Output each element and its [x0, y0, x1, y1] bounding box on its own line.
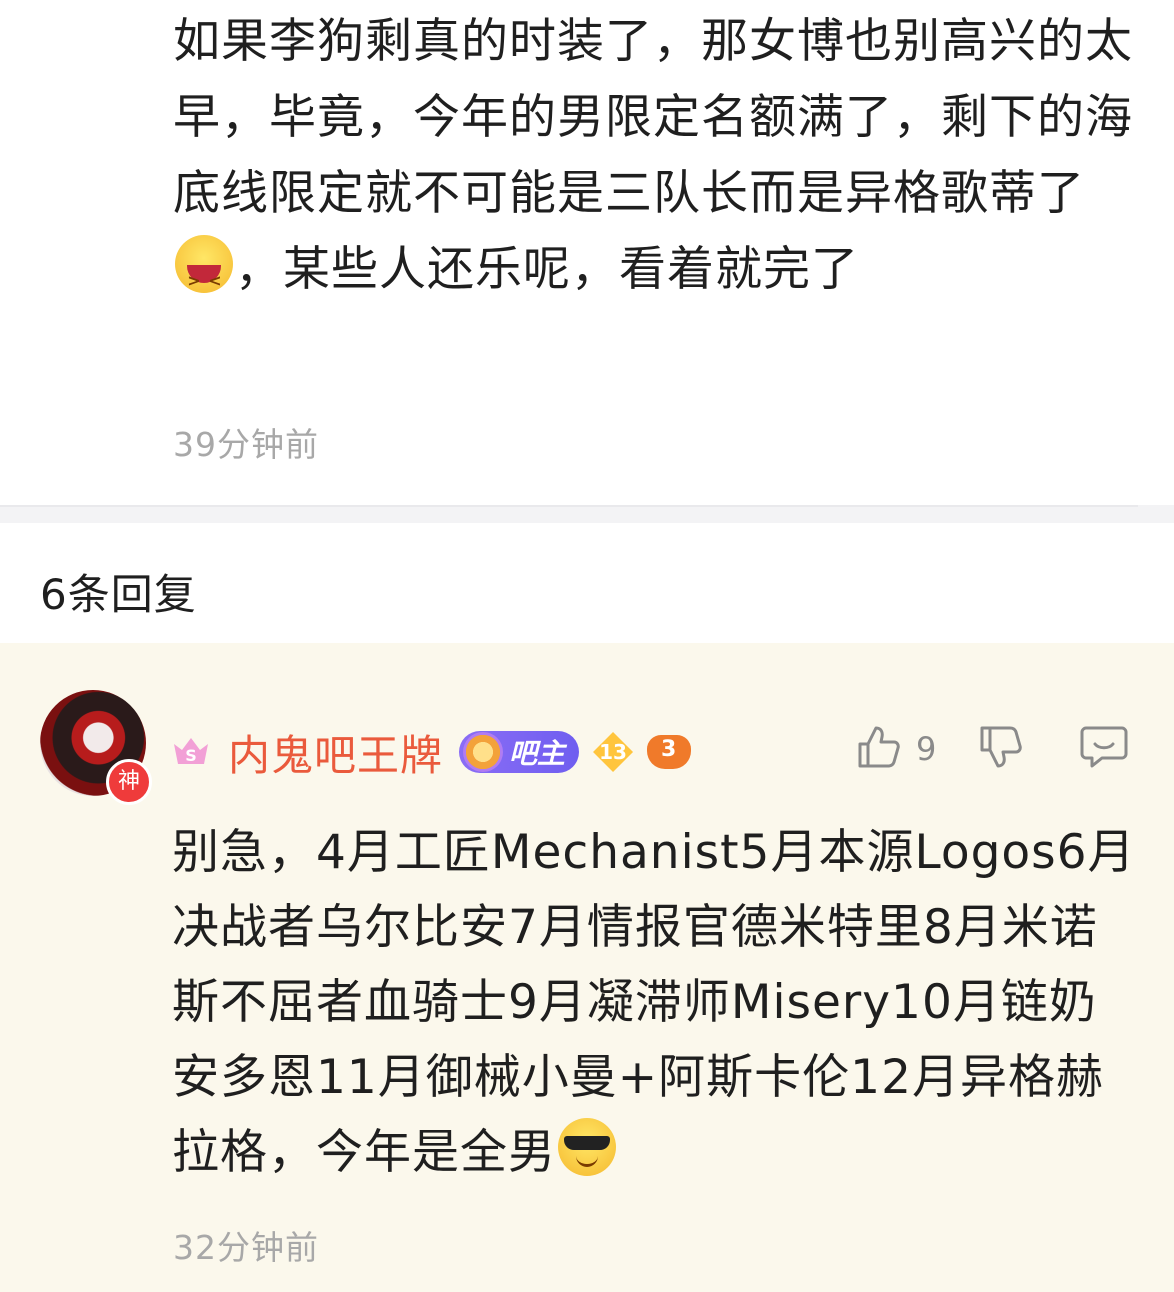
laughing-emoji-icon	[175, 235, 233, 319]
post-text-part2: ，某些人还乐呢，看着就完了	[235, 242, 859, 297]
username-link[interactable]: 内鬼吧王牌	[228, 722, 443, 783]
bazhu-emblem-icon	[463, 732, 504, 772]
post-text-part1: 如果李狗剩真的时装了，那女博也别高兴的太早，毕竟，今年的男限定名额满了，剩下的海…	[173, 14, 1133, 221]
game-controller-icon: 3	[647, 735, 692, 769]
thumbs-up-icon	[856, 724, 902, 774]
comment-bubble-icon	[1080, 726, 1128, 774]
svg-text:S: S	[185, 746, 197, 765]
reply-actions: 9	[856, 721, 1128, 777]
user-info-row: S 内鬼吧王牌 吧主 13 3	[172, 727, 692, 780]
reply-item: 神 S 内鬼吧王牌 吧主 13 3 9 别急，4月工匠Mechanist5月本源…	[0, 643, 1174, 1292]
post-timestamp: 39分钟前	[173, 425, 319, 464]
reply-count-label: 6条回复	[40, 570, 197, 619]
bazhu-label: 吧主	[509, 737, 566, 770]
reply-text-body: 别急，4月工匠Mechanist5月本源Logos6月决战者乌尔比安7月情报官德…	[172, 825, 1136, 1180]
comment-button[interactable]	[1080, 724, 1128, 774]
like-count: 9	[916, 730, 937, 768]
like-button[interactable]: 9	[856, 724, 936, 774]
game-badge-number: 3	[661, 737, 677, 762]
parent-post: 如果李狗剩真的时装了，那女博也别高兴的太早，毕竟，今年的男限定名额满了，剩下的海…	[0, 0, 1174, 505]
sunglasses-emoji-icon	[558, 1118, 616, 1176]
god-badge: 神	[106, 759, 152, 805]
replies-header: 6条回复	[0, 523, 1174, 643]
post-content: 如果李狗剩真的时装了，那女博也别高兴的太早，毕竟，今年的男限定名额满了，剩下的海…	[173, 4, 1138, 319]
section-divider	[0, 505, 1174, 523]
level-badge: 13	[593, 732, 634, 772]
dislike-button[interactable]	[978, 724, 1024, 774]
bazhu-badge: 吧主	[459, 731, 580, 773]
thumbs-down-icon	[978, 726, 1024, 774]
vip-s-icon: S	[172, 736, 210, 768]
reply-content: 别急，4月工匠Mechanist5月本源Logos6月决战者乌尔比安7月情报官德…	[172, 815, 1142, 1190]
reply-timestamp: 32分钟前	[173, 1228, 319, 1267]
